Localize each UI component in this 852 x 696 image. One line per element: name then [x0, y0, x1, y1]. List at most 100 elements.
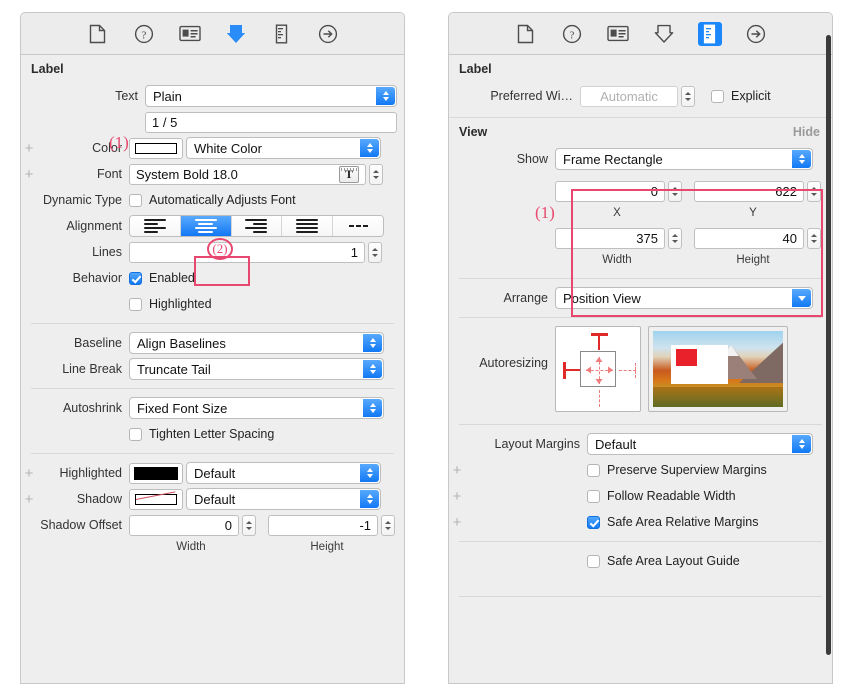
add-shadow-variation-button[interactable]: +: [21, 492, 37, 507]
arrange-popup[interactable]: Position View: [555, 287, 813, 309]
line-break-label: Line Break: [62, 362, 122, 376]
autoresizing-row: + Autoresizing: [449, 324, 832, 414]
add-color-variation-button[interactable]: +: [21, 141, 37, 156]
left-inspector-body: Label + Text Plain + 1 / 5: [21, 55, 404, 556]
color-popup[interactable]: White Color: [186, 137, 381, 159]
font-size-stepper[interactable]: [369, 163, 383, 185]
font-picker-icon[interactable]: T: [339, 165, 359, 183]
plus-spacer: +: [449, 184, 465, 199]
label-size-section-header: Label: [449, 55, 832, 83]
safe-area-relative-margins-checkbox[interactable]: [587, 515, 600, 529]
follow-readable-width-checkbox[interactable]: [587, 489, 600, 503]
highlighted-color-value: Default: [194, 465, 236, 481]
shadow-offset-height-input[interactable]: -1: [268, 514, 378, 536]
line-break-popup[interactable]: Truncate Tail: [129, 358, 384, 380]
align-natural-segment[interactable]: [333, 216, 383, 236]
plus-spacer: +: [21, 401, 37, 416]
plus-spacer: +: [449, 205, 465, 220]
shadow-color-popup[interactable]: Default: [186, 488, 381, 510]
connections-arrow-icon[interactable]: [316, 22, 340, 46]
safe-area-layout-guide-row: + Safe Area Layout Guide: [449, 548, 832, 574]
shadow-offset-height-caption: Height: [310, 541, 344, 553]
highlighted-checkbox[interactable]: [129, 297, 142, 311]
preferred-width-stepper[interactable]: [681, 85, 695, 107]
chevron-updown-icon: [363, 399, 382, 417]
frame-height-input[interactable]: 40: [694, 227, 804, 249]
align-center-segment[interactable]: [180, 216, 232, 236]
automatically-adjusts-font-checkbox[interactable]: [129, 193, 142, 207]
frame-width-caption: Width: [602, 253, 632, 266]
align-left-segment[interactable]: [130, 216, 181, 236]
shadow-color-swatch[interactable]: [129, 488, 183, 510]
svg-text:?: ?: [141, 29, 146, 41]
identity-card-icon[interactable]: [606, 22, 630, 46]
tighten-letter-spacing-checkbox[interactable]: [129, 427, 142, 441]
safe-area-layout-guide-checkbox[interactable]: [587, 554, 600, 568]
highlighted-color-popup[interactable]: Default: [186, 462, 381, 484]
strut-bottom[interactable]: [599, 390, 600, 407]
identity-card-icon[interactable]: [178, 22, 202, 46]
frame-width-input[interactable]: 375: [555, 227, 665, 249]
shadow-offset-height-stepper[interactable]: [381, 514, 395, 536]
text-style-popup[interactable]: Plain: [145, 85, 397, 107]
frame-xy-row: + 0 622: [449, 178, 832, 204]
shadow-offset-height-value: -1: [359, 517, 371, 533]
chevron-updown-icon: [360, 490, 379, 508]
frame-x-stepper[interactable]: [668, 180, 682, 202]
frame-width-stepper[interactable]: [668, 227, 682, 249]
preserve-superview-margins-checkbox[interactable]: [587, 463, 600, 477]
scrollbar-thumb[interactable]: [826, 35, 831, 655]
file-icon[interactable]: [86, 22, 110, 46]
add-safe-area-variation-button[interactable]: +: [449, 515, 465, 530]
frame-height-stepper[interactable]: [807, 227, 821, 249]
attributes-arrow-icon[interactable]: [224, 22, 248, 46]
divider: [459, 424, 822, 425]
ruler-icon[interactable]: [270, 22, 294, 46]
text-label: Text: [115, 89, 138, 103]
autoresizing-springs-struts[interactable]: [555, 326, 641, 412]
attributes-arrow-icon[interactable]: [652, 22, 676, 46]
frame-y-stepper[interactable]: [807, 180, 821, 202]
strut-right[interactable]: [619, 370, 636, 371]
strut-left-cap: [563, 362, 566, 379]
baseline-popup[interactable]: Align Baselines: [129, 332, 384, 354]
highlighted-color-swatch[interactable]: [129, 462, 183, 484]
divider: [31, 453, 394, 454]
layout-margins-popup[interactable]: Default: [587, 433, 813, 455]
add-readable-width-variation-button[interactable]: +: [449, 489, 465, 504]
add-preserve-margins-variation-button[interactable]: +: [449, 463, 465, 478]
autoshrink-popup[interactable]: Fixed Font Size: [129, 397, 384, 419]
explicit-checkbox[interactable]: [711, 89, 724, 103]
scrollbar-track[interactable]: [825, 13, 832, 683]
align-right-segment[interactable]: [231, 216, 283, 236]
help-icon[interactable]: ?: [560, 22, 584, 46]
lines-stepper[interactable]: [368, 241, 382, 263]
file-icon[interactable]: [514, 22, 538, 46]
preview-wallpaper: [653, 331, 783, 407]
font-field[interactable]: System Bold 18.0 T: [129, 163, 366, 185]
autoresizing-widget[interactable]: [555, 326, 788, 412]
add-font-variation-button[interactable]: +: [21, 167, 37, 182]
color-swatch[interactable]: [129, 137, 183, 159]
shadow-offset-width-stepper[interactable]: [242, 514, 256, 536]
highlighted-behavior-row: + Highlighted: [21, 291, 404, 317]
show-row: + Show Frame Rectangle: [449, 146, 832, 172]
alignment-segmented-control[interactable]: [129, 215, 384, 237]
show-popup[interactable]: Frame Rectangle: [555, 148, 813, 170]
align-justified-segment[interactable]: [282, 216, 334, 236]
spring-vertical[interactable]: [599, 357, 600, 384]
text-value-input[interactable]: 1 / 5: [145, 111, 397, 133]
plus-spacer: +: [21, 336, 37, 351]
divider: [31, 388, 394, 389]
shadow-offset-width-input[interactable]: 0: [129, 514, 239, 536]
left-inspector-toolbar: ?: [21, 13, 404, 55]
enabled-checkbox[interactable]: [129, 271, 142, 285]
connections-arrow-icon[interactable]: [744, 22, 768, 46]
ruler-icon[interactable]: [697, 21, 722, 46]
frame-x-input[interactable]: 0: [555, 180, 665, 202]
frame-y-input[interactable]: 622: [694, 180, 804, 202]
preferred-width-input[interactable]: Automatic: [580, 85, 678, 107]
help-icon[interactable]: ?: [132, 22, 156, 46]
add-highlighted-variation-button[interactable]: +: [21, 466, 37, 481]
lines-input[interactable]: 1: [129, 241, 365, 263]
